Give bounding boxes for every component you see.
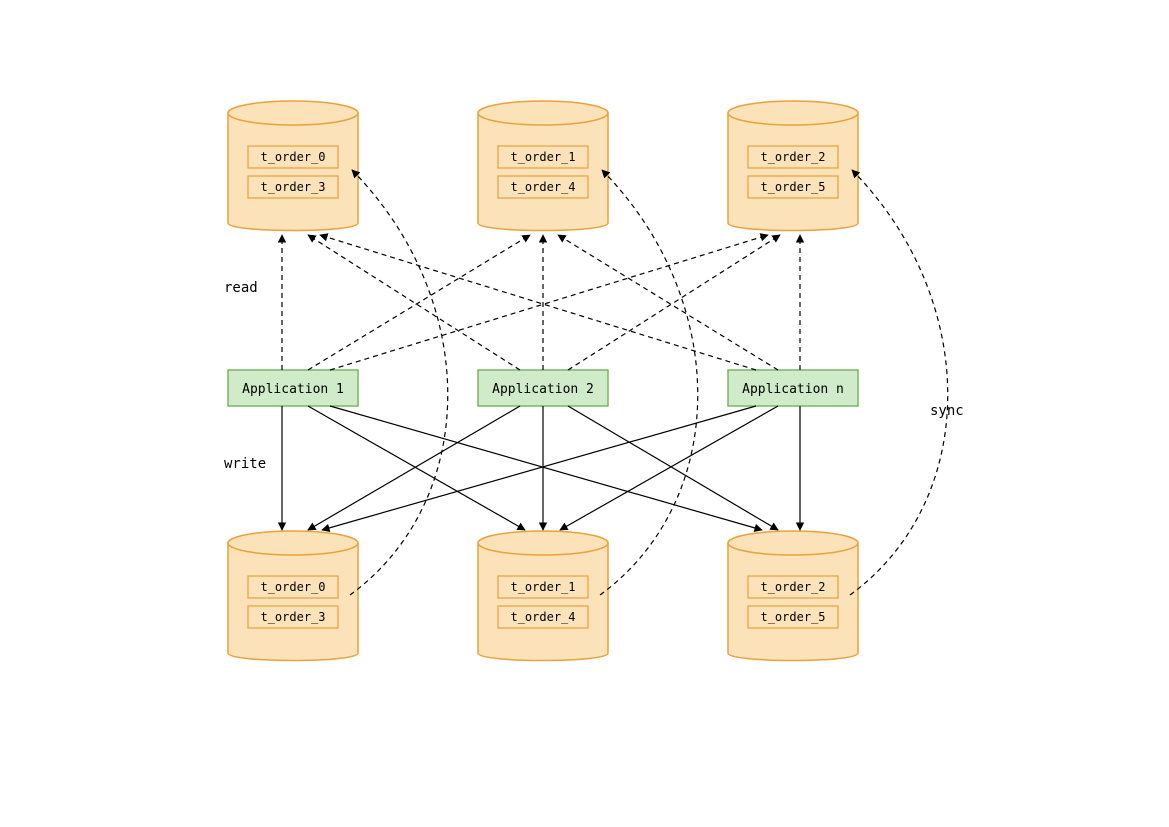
application-2: Application n [728, 370, 858, 406]
architecture-diagram: t_order_0 t_order_3 t_order_1 t_order_4 … [0, 0, 1169, 827]
database-bottom-1: t_order_1 t_order_4 [478, 531, 608, 661]
read-arrows [282, 235, 800, 370]
database-top-2: t_order_2 t_order_5 [728, 101, 858, 231]
table-label: t_order_0 [260, 580, 325, 594]
table-label: t_order_2 [760, 150, 825, 164]
application-label: Application 2 [492, 382, 594, 397]
application-0: Application 1 [228, 370, 358, 406]
application-label: Application n [742, 382, 844, 397]
database-bottom-0: t_order_0 t_order_3 [228, 531, 358, 661]
table-label: t_order_5 [760, 610, 825, 624]
read-label: read [224, 280, 258, 296]
table-label: t_order_4 [510, 180, 575, 194]
write-label: write [224, 456, 266, 472]
write-arrows [282, 406, 800, 530]
table-label: t_order_3 [260, 180, 325, 194]
table-label: t_order_5 [760, 180, 825, 194]
table-label: t_order_1 [510, 150, 575, 164]
table-label: t_order_1 [510, 580, 575, 594]
database-bottom-2: t_order_2 t_order_5 [728, 531, 858, 661]
database-top-0: t_order_0 t_order_3 [228, 101, 358, 231]
sync-label: sync [930, 403, 964, 419]
database-top-1: t_order_1 t_order_4 [478, 101, 608, 231]
table-label: t_order_2 [760, 580, 825, 594]
table-label: t_order_3 [260, 610, 325, 624]
table-label: t_order_4 [510, 610, 575, 624]
application-1: Application 2 [478, 370, 608, 406]
table-label: t_order_0 [260, 150, 325, 164]
application-label: Application 1 [242, 382, 344, 397]
